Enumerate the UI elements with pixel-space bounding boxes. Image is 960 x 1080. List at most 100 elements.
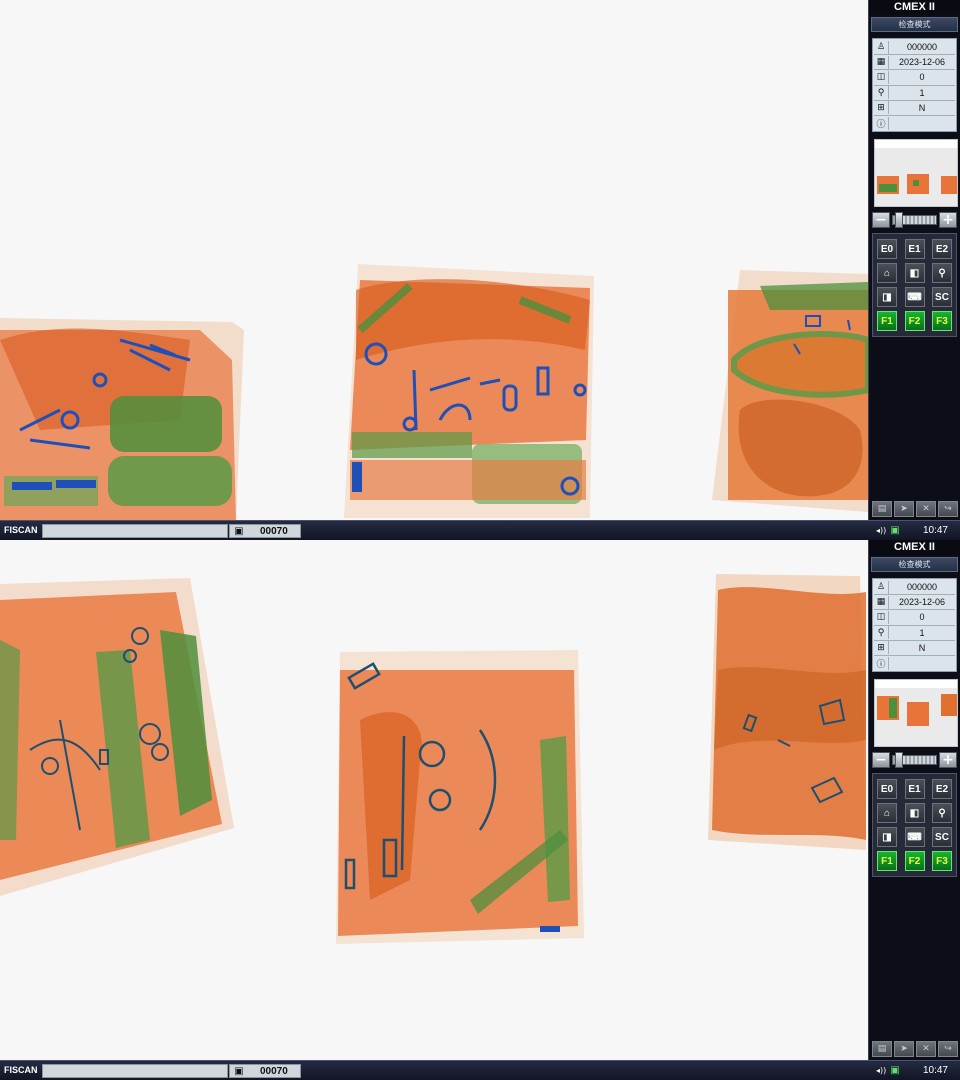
tools-icon[interactable]: ✕ <box>916 501 936 517</box>
info-row-operator: ♙ 000000 <box>874 580 955 596</box>
network-icon[interactable]: ▣ <box>890 1065 899 1076</box>
system-tray: ◂)) ▣ 10:47 <box>870 1061 960 1080</box>
brand-label: FISCAN <box>4 525 38 535</box>
zoom-in-button[interactable]: + <box>939 212 957 229</box>
zoom-out-button[interactable]: − <box>872 752 890 769</box>
info-row-operator: ♙ 000000 <box>874 40 955 56</box>
info-panel: ♙ 000000 ▦ 2023-12-06 ◫ 0 ⚲ 1 ⊞ N ⓘ <box>872 38 957 133</box>
xray-bag <box>336 650 584 944</box>
info-row-search-count: ⚲ 1 <box>874 626 955 641</box>
scanner-screen-top: CMEX II 检查模式 ♙ 000000 ▦ 2023-12-06 ◫ 0 ⚲ 1 ⊞… <box>0 0 960 540</box>
app-title: CMEX II <box>869 540 960 555</box>
conveyor-status: N <box>918 102 926 113</box>
f2-button[interactable]: F2 <box>904 311 925 332</box>
xray-image-viewport[interactable] <box>0 0 868 520</box>
search-count: 1 <box>919 627 925 638</box>
keyboard-icon[interactable]: ⌨ <box>904 287 925 308</box>
conveyor-icon: ⊞ <box>874 101 889 115</box>
status-taskbar: FISCAN ▣ 00070 ◂)) ▣ 10:47 <box>0 520 960 540</box>
exit-icon[interactable]: ↪ <box>938 1041 958 1057</box>
thumbnail-preview <box>875 140 957 195</box>
zoom-in-button[interactable]: + <box>939 752 957 769</box>
contrast-icon[interactable]: ◧ <box>904 803 925 824</box>
xray-bag <box>712 270 868 512</box>
status-taskbar: FISCAN ▣ 00070 ◂)) ▣ 10:47 <box>0 1060 960 1080</box>
xray-scan-image <box>0 574 866 944</box>
clock: 10:47 <box>922 525 948 536</box>
calendar-icon: ▦ <box>874 595 889 609</box>
exit-icon[interactable]: ↪ <box>938 501 958 517</box>
split-view-icon[interactable]: ◨ <box>877 827 897 848</box>
control-sidebar: CMEX II 检查模式 ♙ 000000 ▦ 2023-12-06 ◫ 0 ⚲ 1 ⊞… <box>868 0 960 540</box>
scan-count: 0 <box>919 72 925 83</box>
bag-count: 00070 <box>260 525 288 537</box>
network-icon[interactable]: ▣ <box>890 525 899 536</box>
f1-button[interactable]: F1 <box>877 851 897 872</box>
f2-button[interactable]: F2 <box>904 851 925 872</box>
info-row-scan-count: ◫ 0 <box>874 70 955 86</box>
speaker-icon[interactable]: ◂)) <box>876 526 886 535</box>
scan-count: 0 <box>919 612 925 623</box>
split-view-icon[interactable]: ◨ <box>877 287 897 308</box>
brand-label: FISCAN <box>4 1065 38 1075</box>
magnifier-icon[interactable]: ⚲ <box>932 263 952 284</box>
sc-button[interactable]: SC <box>932 287 952 308</box>
e1-button[interactable]: E1 <box>904 779 925 800</box>
keyboard-icon[interactable]: ⌨ <box>904 827 925 848</box>
e0-button[interactable]: E0 <box>877 239 897 260</box>
bag-icon: ▣ <box>234 525 244 537</box>
conveyor-status: N <box>918 642 926 653</box>
send-icon[interactable]: ➤ <box>894 501 914 517</box>
bag-counter: ▣ 00070 <box>229 1064 301 1078</box>
bag-count: 00070 <box>260 1065 288 1077</box>
zoom-control: − + <box>872 212 957 229</box>
home-icon[interactable]: ⌂ <box>877 263 897 284</box>
calendar-icon: ▦ <box>874 55 889 69</box>
inspection-mode-label[interactable]: 检查模式 <box>871 17 958 32</box>
search-count-icon: ⚲ <box>874 86 889 100</box>
speaker-icon[interactable]: ◂)) <box>876 1066 886 1075</box>
xray-scan-image <box>0 264 868 520</box>
thumbnail-preview <box>875 680 957 727</box>
info-row-info: ⓘ <box>874 116 955 130</box>
inspection-mode-label[interactable]: 检查模式 <box>871 557 958 572</box>
f1-button[interactable]: F1 <box>877 311 897 332</box>
status-field <box>42 1064 228 1078</box>
zoom-slider[interactable] <box>892 212 937 229</box>
e0-button[interactable]: E0 <box>877 779 897 800</box>
e2-button[interactable]: E2 <box>932 779 952 800</box>
control-sidebar: CMEX II 检查模式 ♙ 000000 ▦ 2023-12-06 ◫ 0 ⚲ 1 ⊞… <box>868 540 960 1080</box>
xray-image-viewport[interactable] <box>0 540 868 1060</box>
conveyor-icon: ⊞ <box>874 641 889 655</box>
operator-id: 000000 <box>906 42 938 53</box>
operator-icon: ♙ <box>874 40 889 54</box>
list-icon[interactable]: ▤ <box>872 1041 892 1057</box>
contrast-icon[interactable]: ◧ <box>904 263 925 284</box>
zoom-out-button[interactable]: − <box>872 212 890 229</box>
xray-bag <box>0 318 244 520</box>
info-row-scan-count: ◫ 0 <box>874 610 955 626</box>
f3-button[interactable]: F3 <box>932 851 952 872</box>
magnifier-icon[interactable]: ⚲ <box>932 803 952 824</box>
zoom-slider[interactable] <box>892 752 937 769</box>
f3-button[interactable]: F3 <box>932 311 952 332</box>
info-row-info: ⓘ <box>874 656 955 670</box>
sc-button[interactable]: SC <box>932 827 952 848</box>
send-icon[interactable]: ➤ <box>894 1041 914 1057</box>
info-icon: ⓘ <box>874 656 889 670</box>
info-row-date: ▦ 2023-12-06 <box>874 595 955 611</box>
system-tray: ◂)) ▣ 10:47 <box>870 521 960 540</box>
list-icon[interactable]: ▤ <box>872 501 892 517</box>
image-thumbnail[interactable] <box>874 679 958 748</box>
zoom-slider-handle[interactable] <box>895 752 903 769</box>
image-thumbnail[interactable] <box>874 139 958 208</box>
scan-count-icon: ◫ <box>874 610 889 624</box>
e2-button[interactable]: E2 <box>932 239 952 260</box>
zoom-slider-handle[interactable] <box>895 212 903 229</box>
home-icon[interactable]: ⌂ <box>877 803 897 824</box>
info-row-conveyor: ⊞ N <box>874 101 955 116</box>
e1-button[interactable]: E1 <box>904 239 925 260</box>
clock: 10:47 <box>922 1065 948 1076</box>
info-row-conveyor: ⊞ N <box>874 641 955 656</box>
tools-icon[interactable]: ✕ <box>916 1041 936 1057</box>
